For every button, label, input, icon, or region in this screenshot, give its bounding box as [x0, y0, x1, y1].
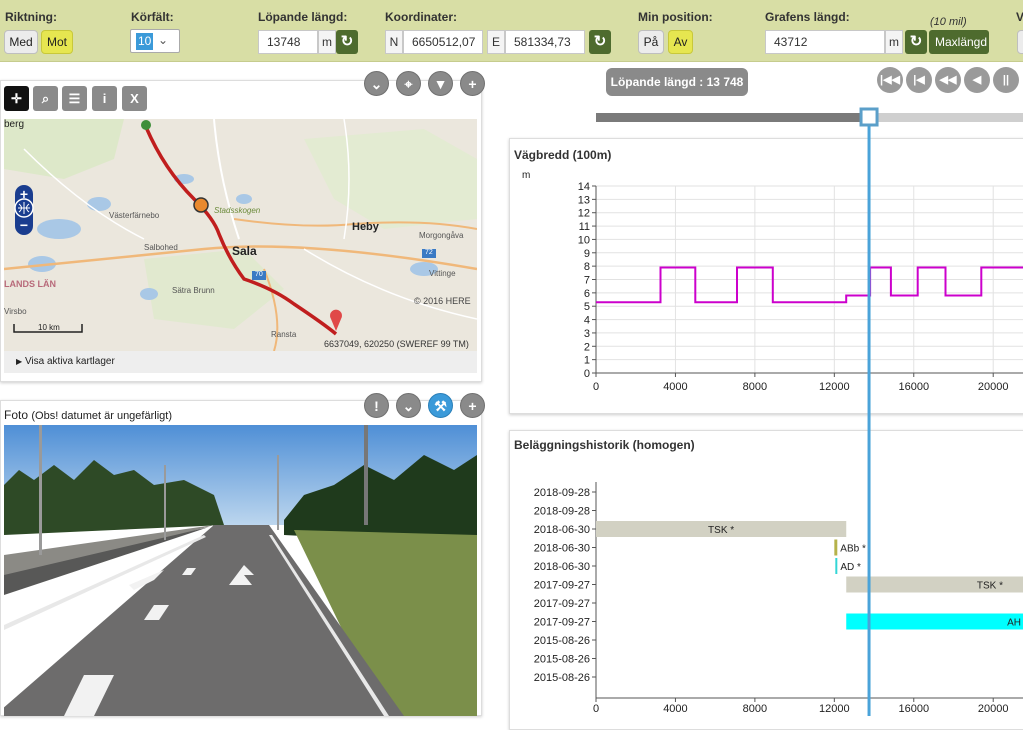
map-pin-icon[interactable]: ▼: [428, 71, 453, 96]
korfalt-label: Körfält:: [131, 10, 174, 24]
road-photo: [4, 425, 477, 716]
pause-icon[interactable]: ||: [993, 67, 1019, 93]
lopande-refresh-icon[interactable]: ↻: [336, 30, 358, 54]
active-layers-toggle[interactable]: ▶ Visa aktiva kartlager: [4, 351, 477, 373]
map-label-vittinge: Vittinge: [429, 269, 456, 278]
cut-off-label: V: [1016, 10, 1023, 24]
map-label-ransta: Ransta: [271, 330, 297, 339]
map-label-sala: Sala: [232, 244, 257, 258]
collapse-chevron-photo-icon[interactable]: ⌄: [396, 393, 421, 418]
direction-mot-button[interactable]: Mot: [41, 30, 73, 54]
locate-crosshair-icon[interactable]: ⌖: [396, 71, 421, 96]
belaggning-panel: [509, 430, 1023, 730]
vagbredd-chart-title: Vägbredd (100m): [514, 148, 612, 162]
zoom-out-button[interactable]: −: [17, 218, 31, 232]
timeline-slider[interactable]: [596, 113, 1023, 122]
position-av-button[interactable]: Av: [668, 30, 693, 54]
timeline-slider-fill: [596, 113, 870, 122]
map-canvas: [4, 119, 477, 351]
road-shield-70: 70: [255, 271, 263, 278]
grafens-refresh-icon[interactable]: ↻: [905, 30, 927, 54]
scale-bar-label: 10 km: [38, 323, 60, 332]
cut-off-button[interactable]: [1017, 30, 1023, 54]
maxlangd-button[interactable]: Maxlängd: [929, 30, 989, 54]
collapse-chevron-icon[interactable]: ⌄: [364, 71, 389, 96]
map-label-salbohed: Salbohed: [144, 243, 178, 252]
zoom-in-button[interactable]: +: [17, 187, 31, 201]
photo-subtitle-text: (Obs! datumet är ungefärligt): [31, 410, 172, 422]
n-coordinate-input[interactable]: 6650512,07: [403, 30, 483, 54]
excel-export-icon[interactable]: X: [122, 86, 147, 111]
previous-step-icon[interactable]: |◀: [906, 67, 932, 93]
caret-right-icon: ▶: [16, 357, 23, 366]
korfalt-selected-value: 10: [136, 33, 154, 50]
map-label-morgongava: Morgongåva: [419, 231, 464, 240]
photo-title-text: Foto: [4, 408, 29, 422]
e-coordinate-input[interactable]: 581334,73: [505, 30, 585, 54]
coordinate-refresh-icon[interactable]: ↻: [589, 30, 611, 54]
koordinater-label: Koordinater:: [385, 10, 457, 24]
vagbredd-panel: [509, 138, 1023, 414]
min-position-label: Min position:: [638, 10, 713, 24]
map-copyright: © 2016 HERE: [414, 296, 471, 306]
road-photo-image: [4, 425, 477, 716]
grafens-langd-label: Grafens längd:: [765, 10, 850, 24]
zoom-magnifier-icon[interactable]: ⌕: [33, 86, 58, 111]
mil-note: (10 mil): [930, 16, 967, 28]
grafens-langd-input[interactable]: 43712: [765, 30, 885, 54]
chevron-down-icon: ⌄: [158, 33, 169, 47]
position-pa-button[interactable]: På: [638, 30, 664, 54]
photo-title: Foto (Obs! datumet är ungefärligt): [4, 408, 172, 422]
toolbar: Riktning: Med Mot Körfält: 10 ⌄ Löpande …: [0, 0, 1023, 62]
road-shield-72: 72: [425, 249, 433, 256]
lopande-langd-input[interactable]: 13748: [258, 30, 318, 54]
korfalt-select[interactable]: 10 ⌄: [130, 29, 180, 53]
map-label-satra-brunn: Sätra Brunn: [172, 286, 215, 295]
map-view[interactable]: + − berg Västerfärnebo Stadsskogen Salbo…: [4, 119, 477, 351]
wrench-icon[interactable]: ⚒: [428, 393, 453, 418]
map-label-lands-lan: LANDS LÄN: [4, 279, 56, 289]
list-icon[interactable]: ☰: [62, 86, 87, 111]
riktning-label: Riktning:: [5, 10, 57, 24]
info-icon[interactable]: i: [92, 86, 117, 111]
e-coordinate-label: E: [487, 30, 505, 54]
coordinate-readout: 6637049, 620250 (SWEREF 99 TM): [324, 339, 469, 349]
map-label-heby: Heby: [352, 221, 379, 233]
active-layers-label: Visa aktiva kartlager: [24, 356, 115, 367]
map-label-vasterfarnebo: Västerfärnebo: [109, 211, 160, 220]
grafens-langd-unit: m: [885, 30, 903, 54]
warning-icon[interactable]: !: [364, 393, 389, 418]
play-backward-icon[interactable]: ◀: [964, 67, 990, 93]
lopande-langd-unit: m: [318, 30, 336, 54]
n-coordinate-label: N: [385, 30, 403, 54]
add-plus-photo-icon[interactable]: +: [460, 393, 485, 418]
lopande-langd-label: Löpande längd:: [258, 10, 348, 24]
first-icon[interactable]: |◀◀: [877, 67, 903, 93]
position-badge: Löpande längd : 13 748: [606, 68, 748, 96]
rewind-icon[interactable]: ◀◀: [935, 67, 961, 93]
belaggning-chart-title: Beläggningshistorik (homogen): [514, 438, 695, 452]
pan-icon[interactable]: ✛: [4, 86, 29, 111]
map-label-virsbo: Virsbo: [4, 307, 27, 316]
map-label-stadsskogen: Stadsskogen: [214, 206, 261, 215]
map-label-berg: berg: [4, 119, 25, 130]
add-plus-icon[interactable]: +: [460, 71, 485, 96]
direction-med-button[interactable]: Med: [4, 30, 38, 54]
